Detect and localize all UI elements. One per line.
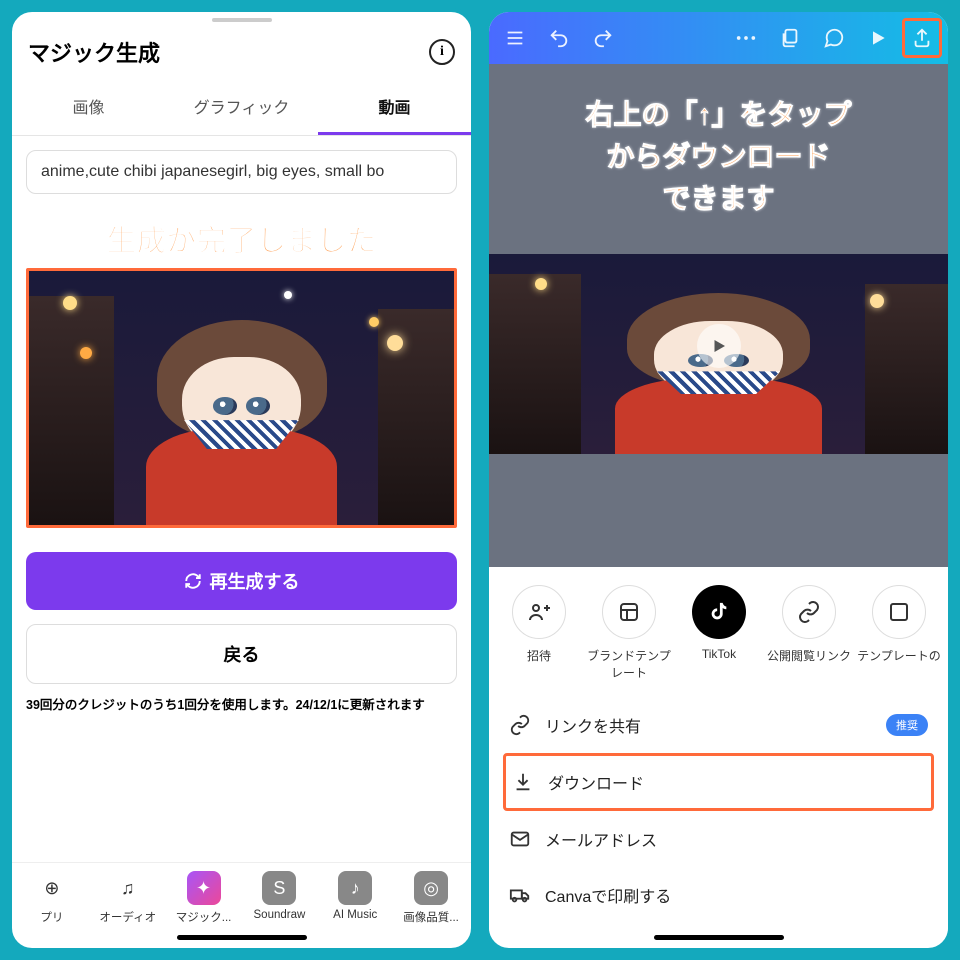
overlay-complete: 生成が完了しました [12, 216, 471, 260]
redo-icon[interactable] [583, 18, 623, 58]
play-icon[interactable] [858, 18, 898, 58]
recommended-badge: 推奨 [886, 714, 928, 736]
nav-magic[interactable]: ✦マジック... [166, 871, 242, 925]
prompt-input[interactable]: anime,cute chibi japanesegirl, big eyes,… [26, 150, 457, 194]
info-icon[interactable]: i [429, 39, 455, 65]
share-tiktok[interactable]: TikTok [677, 585, 761, 681]
editor-topbar [489, 12, 948, 64]
canvas-play-icon[interactable] [697, 324, 741, 368]
option-download[interactable]: ダウンロード [503, 753, 934, 811]
comment-icon[interactable] [814, 18, 854, 58]
left-screen: マジック生成 i 画像 グラフィック 動画 anime,cute chibi j… [8, 8, 475, 952]
share-public-link[interactable]: 公開閲覧リンク [767, 585, 851, 681]
email-icon [509, 828, 531, 850]
home-indicator [177, 935, 307, 940]
truck-icon [509, 884, 531, 906]
nav-app[interactable]: ⊕プリ [14, 871, 90, 925]
notch [212, 18, 272, 22]
canvas[interactable]: 右上の「↑」をタップ からダウンロード できます [489, 64, 948, 567]
share-targets: 招待 ブランドテンプレート TikTok 公開閲覧リンク テンプレートの [489, 585, 948, 697]
share-template[interactable]: テンプレートの [857, 585, 941, 681]
option-share-link[interactable]: リンクを共有 推奨 [489, 697, 948, 753]
panel-title: マジック生成 [28, 36, 160, 68]
link-icon [509, 714, 531, 736]
undo-icon[interactable] [539, 18, 579, 58]
share-brand-template[interactable]: ブランドテンプレート [587, 585, 671, 681]
right-screen: 右上の「↑」をタップ からダウンロード できます 招待 ブランドテンプレート T… [485, 8, 952, 952]
tabs: 画像 グラフィック 動画 [12, 80, 471, 136]
menu-icon[interactable] [495, 18, 535, 58]
generated-thumbnail[interactable] [26, 268, 457, 528]
back-button[interactable]: 戻る [26, 624, 457, 684]
option-email[interactable]: メールアドレス [489, 811, 948, 867]
panel-header: マジック生成 i [12, 28, 471, 80]
download-icon [512, 771, 534, 793]
share-sheet: 招待 ブランドテンプレート TikTok 公開閲覧リンク テンプレートの リンク… [489, 567, 948, 931]
overlay-instruction: 右上の「↑」をタップ からダウンロード できます [489, 94, 948, 220]
share-icon[interactable] [902, 18, 942, 58]
option-print[interactable]: Canvaで印刷する [489, 867, 948, 923]
tab-image[interactable]: 画像 [12, 80, 165, 135]
tab-graphic[interactable]: グラフィック [165, 80, 318, 135]
home-indicator [654, 935, 784, 940]
bottom-nav: ⊕プリ ♫オーディオ ✦マジック... SSoundraw ♪AI Music … [12, 862, 471, 931]
nav-aimusic[interactable]: ♪AI Music [317, 871, 393, 925]
regenerate-button[interactable]: 再生成する [26, 552, 457, 610]
share-invite[interactable]: 招待 [497, 585, 581, 681]
nav-audio[interactable]: ♫オーディオ [90, 871, 166, 925]
nav-quality[interactable]: ◎画像品質... [393, 871, 469, 925]
credit-note: 39回分のクレジットのうち1回分を使用します。24/12/1に更新されます [12, 684, 471, 723]
nav-soundraw[interactable]: SSoundraw [241, 871, 317, 925]
pages-icon[interactable] [770, 18, 810, 58]
refresh-icon [184, 572, 202, 590]
more-icon[interactable] [726, 18, 766, 58]
tab-video[interactable]: 動画 [318, 80, 471, 135]
